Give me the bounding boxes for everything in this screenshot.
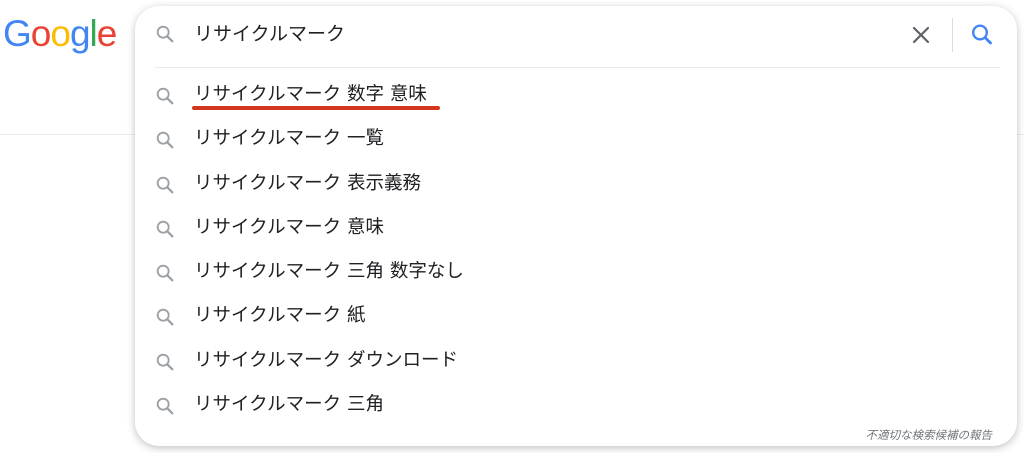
suggestion-item[interactable]: リサイクルマーク 表示義務	[135, 163, 1017, 207]
search-icon	[156, 264, 174, 282]
suggestion-item[interactable]: リサイクルマーク 三角 数字なし	[135, 251, 1017, 295]
search-icon	[156, 87, 174, 105]
suggestion-text: リサイクルマーク 三角	[194, 394, 384, 416]
suggestion-text: リサイクルマーク ダウンロード	[194, 349, 458, 371]
search-icon	[156, 353, 174, 371]
search-icon	[156, 220, 174, 238]
suggestion-text: リサイクルマーク 一覧	[194, 128, 384, 150]
search-submit-icon[interactable]	[967, 20, 997, 50]
suggestion-list: リサイクルマーク 数字 意味 リサイクルマーク 一覧 リサイクルマーク 表示義務…	[135, 74, 1017, 428]
logo-letter: o	[50, 13, 71, 54]
suggestion-item[interactable]: リサイクルマーク ダウンロード	[135, 340, 1017, 384]
highlight-underline	[192, 106, 440, 110]
suggestion-item[interactable]: リサイクルマーク 意味	[135, 207, 1017, 251]
search-icon	[156, 25, 174, 43]
search-input[interactable]: リサイクルマーク	[194, 21, 345, 47]
logo-letter: g	[69, 13, 91, 54]
logo-letter: G	[3, 13, 32, 54]
search-icon	[156, 132, 174, 149]
search-box[interactable]: リサイクルマーク	[135, 6, 1017, 62]
suggestion-text: リサイクルマーク 紙	[194, 305, 366, 327]
logo-letter: e	[96, 13, 118, 54]
suggestion-item[interactable]: リサイクルマーク 数字 意味	[135, 74, 1017, 118]
suggestion-item[interactable]: リサイクルマーク 三角	[135, 384, 1017, 428]
suggestion-text: リサイクルマーク 三角 数字なし	[194, 261, 464, 283]
search-icon	[156, 309, 174, 326]
logo-letter: l	[89, 13, 98, 54]
suggestion-text: リサイクルマーク 数字 意味	[194, 84, 427, 105]
suggestions-divider	[155, 67, 1000, 68]
search-icon	[156, 176, 174, 194]
suggestion-text: リサイクルマーク 意味	[194, 216, 384, 238]
suggestion-item[interactable]: リサイクルマーク 紙	[135, 295, 1017, 339]
google-logo[interactable]: Google	[3, 12, 118, 56]
search-icon	[156, 397, 174, 415]
logo-letter: o	[30, 13, 52, 54]
toolbar-divider	[952, 18, 953, 52]
close-icon[interactable]	[907, 21, 935, 49]
search-autocomplete-panel: リサイクルマーク リサイクルマーク 数字 意味 リサイクルマーク 一覧 リサイク…	[135, 6, 1017, 446]
suggestion-item[interactable]: リサイクルマーク 一覧	[135, 118, 1017, 162]
report-suggestions-link[interactable]: 不適切な検索候補の報告	[866, 427, 993, 443]
suggestion-text: リサイクルマーク 表示義務	[194, 172, 421, 194]
